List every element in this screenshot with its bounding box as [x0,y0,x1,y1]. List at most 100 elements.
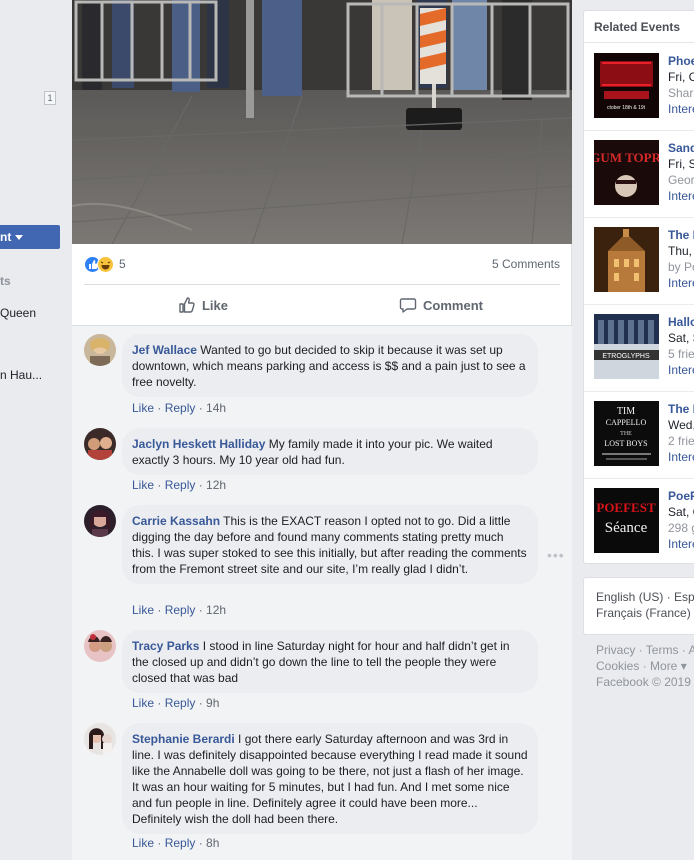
interested-button[interactable]: Intere [668,275,694,291]
comment-like-link[interactable]: Like [132,836,154,850]
divider [584,304,694,305]
comment-actions: Like · Reply · 12h [132,478,227,492]
event-title[interactable]: The I [668,227,694,243]
commenter-name[interactable]: Jef Wallace [132,343,197,357]
comment-reply-link[interactable]: Reply [165,836,196,850]
related-event-item[interactable]: POEFEST Séance PoeF Sat, C 298 g Intere [594,488,694,563]
haha-reaction-icon [97,256,114,273]
commenter-name[interactable]: Carrie Kassahn [132,514,220,528]
interested-button[interactable]: Intere [668,188,694,204]
like-button[interactable]: Like [84,288,322,322]
event-info: Phoe Fri, C Share Intere [668,53,694,117]
comment-actions: Like · Reply · 12h [132,603,227,617]
related-event-item[interactable]: OMGUM TOPROW Sand Fri, S Geor Intere [594,140,694,227]
comment-time[interactable]: 8h [206,836,219,850]
divider [584,391,694,392]
commenter-name[interactable]: Stephanie Berardi [132,732,235,746]
avatar[interactable] [84,505,116,537]
event-thumbnail-text: ETROGLYPHS [602,353,650,360]
related-event-item[interactable]: The I Thu, by Po Intere [594,227,694,314]
event-title[interactable]: Hallo [668,314,694,330]
event-thumbnail-text: Séance [605,520,648,536]
event-thumbnail[interactable] [594,227,659,292]
interested-button[interactable]: Intere [668,536,694,552]
sidebar-item-haunt[interactable]: n Hau... [0,368,72,382]
avatar[interactable] [84,334,116,366]
event-date: Wed, [668,418,694,432]
event-subtext: 5 frie [668,347,694,361]
event-subtext: Share [668,86,694,100]
reaction-icons[interactable] [84,256,120,274]
event-thumbnail[interactable]: ETROGLYPHS [594,314,659,379]
related-event-item[interactable]: ctober 18th & 19t Phoe Fri, C Share Inte… [594,53,694,140]
comment-count-link[interactable]: 5 Comments [492,257,560,271]
interested-button[interactable]: Intere [668,101,694,117]
event-title[interactable]: Phoe [668,53,694,69]
event-subtext: Geor [668,173,694,187]
footer-links[interactable]: Cookies · More ▾ [596,659,687,673]
comment-like-link[interactable]: Like [132,603,154,617]
divider [584,478,694,479]
create-event-button[interactable]: nt [0,225,60,249]
commenter-name[interactable]: Tracy Parks [132,639,199,653]
event-info: The I Thu, by Po Intere [668,227,694,291]
comment-time[interactable]: 12h [206,603,226,617]
language-links[interactable]: English (US) · Esp [596,590,694,604]
event-date: Sat, C [668,505,694,519]
event-subtext: by Po [668,260,694,274]
comment-reply-link[interactable]: Reply [165,696,196,710]
event-thumbnail[interactable]: ctober 18th & 19t [594,53,659,118]
left-sidebar: 1 nt ts Queen n Hau... [0,0,72,860]
thumbs-up-icon [179,297,195,313]
comment-like-link[interactable]: Like [132,696,154,710]
comment-reply-link[interactable]: Reply [165,478,196,492]
event-info: The I Wed, 2 frie Intere [668,401,694,465]
related-event-item[interactable]: TIM CAPPELLO THE LOST BOYS The I Wed, 2 fri… [594,401,694,488]
event-thumbnail[interactable]: TIM CAPPELLO THE LOST BOYS [594,401,659,466]
comment-bubble: Stephanie Berardi I got there early Satu… [122,723,538,834]
comment-bubble: Jef Wallace Wanted to go but decided to … [122,334,538,397]
comment-time[interactable]: 9h [206,696,219,710]
avatar[interactable] [84,723,116,755]
avatar[interactable] [84,630,116,662]
sidebar-item-queen[interactable]: Queen [0,306,72,320]
event-date: Fri, S [668,157,694,171]
comment-reply-link[interactable]: Reply [165,603,196,617]
event-date: Thu, [668,244,693,258]
comment-time[interactable]: 14h [206,401,226,415]
event-thumbnail[interactable]: POEFEST Séance [594,488,659,553]
comment-like-link[interactable]: Like [132,401,154,415]
post-photo[interactable] [72,0,572,244]
commenter-name[interactable]: Jaclyn Heskett Halliday [132,437,265,451]
event-title[interactable]: The I [668,401,694,417]
comment-bubble: Carrie Kassahn This is the EXACT reason … [122,505,538,584]
post-actions: Like Comment [84,288,560,322]
event-thumbnail-text: THE [620,431,632,437]
more-options-icon[interactable]: ••• [547,547,565,563]
event-thumbnail-text: LOST BOYS [604,439,647,448]
event-thumbnail-text: OMGUM TOPROW [594,150,659,165]
interested-button[interactable]: Intere [668,362,694,378]
event-title[interactable]: Sand [668,140,694,156]
related-event-item[interactable]: ETROGLYPHS Hallo Sat, S 5 frie Intere [594,314,694,401]
event-title[interactable]: PoeF [668,488,694,504]
event-thumbnail-text: POEFEST [596,500,656,515]
notification-count-badge[interactable]: 1 [44,91,56,105]
post-card: 5 5 Comments Like Comment Jef Wallace Wa… [72,0,572,860]
event-thumbnail-text: ctober 18th & 19t [607,105,646,111]
divider [584,130,694,131]
comment-actions: Like · Reply · 14h [132,401,227,415]
language-links[interactable]: Français (France) [596,606,691,620]
comment-like-link[interactable]: Like [132,478,154,492]
comment-button[interactable]: Comment [322,288,560,322]
comment-reply-link[interactable]: Reply [165,401,196,415]
reaction-count[interactable]: 5 [119,257,126,271]
related-events-panel: Related Events ctober 18th & 19t Phoe Fr… [583,10,694,564]
event-thumbnail[interactable]: OMGUM TOPROW [594,140,659,205]
avatar[interactable] [84,428,116,460]
divider [584,217,694,218]
reactions-summary: 5 5 Comments [84,254,560,276]
comment-time[interactable]: 12h [206,478,226,492]
interested-button[interactable]: Intere [668,449,694,465]
footer-links[interactable]: Privacy · Terms · A [596,643,694,657]
